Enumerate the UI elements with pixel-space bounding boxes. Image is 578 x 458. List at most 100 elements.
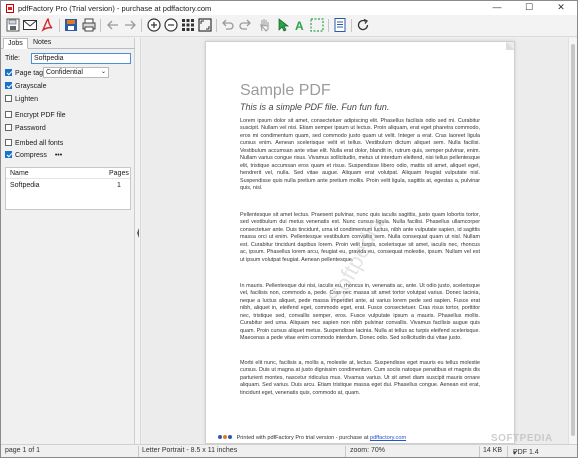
lighten-option[interactable]: Lighten — [5, 95, 38, 103]
embed-fonts-label: Embed all fonts — [15, 140, 64, 147]
jobs-panel: Jobs Notes Title: Softpedia Page tag Con… — [1, 38, 135, 444]
embed-fonts-checkbox[interactable] — [5, 139, 12, 146]
toolbar-separator — [351, 19, 352, 32]
tab-notes[interactable]: Notes — [29, 38, 55, 49]
compress-label: Compress — [15, 152, 47, 159]
grid-view-icon[interactable] — [180, 17, 196, 33]
tab-strip: Jobs Notes — [1, 38, 135, 49]
paragraph: Lorem ipsum dolor sit amet, consectetuer… — [240, 118, 480, 192]
status-separator — [479, 446, 480, 457]
chevron-down-icon: ▾ — [513, 450, 517, 457]
tab-jobs[interactable]: Jobs — [3, 38, 28, 49]
status-separator — [507, 446, 508, 457]
encrypt-option[interactable]: Encrypt PDF file — [5, 111, 66, 119]
document-subtitle: This is a simple PDF file. Fun fun fun. — [240, 102, 390, 112]
chevron-down-icon: ⌄ — [100, 69, 106, 75]
print-icon[interactable] — [81, 17, 97, 33]
page-tag-value: Confidential — [46, 69, 83, 76]
toolbar-separator — [141, 19, 142, 32]
status-separator — [138, 446, 139, 457]
select-cursor-icon[interactable] — [275, 17, 291, 33]
app-icon — [6, 4, 14, 13]
encrypt-label: Encrypt PDF file — [15, 112, 66, 119]
page-tag-select[interactable]: Confidential ⌄ — [43, 67, 109, 78]
back-icon[interactable] — [105, 17, 121, 33]
scrollbar-thumb[interactable] — [571, 44, 575, 436]
toolbar-separator — [328, 19, 329, 32]
footer-dot-icon — [218, 435, 222, 439]
file-size: 14 KB — [483, 447, 503, 454]
footer-dot-icon — [228, 435, 232, 439]
minimize-button[interactable]: — — [481, 1, 513, 15]
refresh-icon[interactable] — [355, 17, 371, 33]
lighten-label: Lighten — [15, 96, 38, 103]
folder-open-icon[interactable] — [63, 17, 79, 33]
toolbar-separator — [100, 19, 101, 32]
footer-dot-icon — [223, 435, 227, 439]
document-info-icon[interactable] — [332, 17, 348, 33]
zoom-level: zoom: 70% — [350, 447, 386, 454]
grayscale-label: Grayscale — [15, 83, 47, 90]
title-label: Title: — [5, 55, 20, 62]
hand-icon[interactable] — [257, 17, 273, 33]
toolbar-separator — [216, 19, 217, 32]
compress-option[interactable]: Compress ••• — [5, 151, 62, 159]
document-heading: Sample PDF — [240, 82, 331, 99]
zoom-out-icon[interactable] — [163, 17, 179, 33]
encrypt-checkbox[interactable] — [5, 111, 12, 118]
compress-checkbox[interactable] — [5, 151, 12, 158]
forward-icon[interactable] — [122, 17, 138, 33]
status-separator — [345, 446, 346, 457]
password-label: Password — [15, 125, 46, 132]
toolbar-separator — [59, 19, 60, 32]
paper-size: Letter Portrait - 8.5 x 11 inches — [142, 447, 238, 454]
panel-splitter[interactable] — [135, 38, 141, 444]
footer-link[interactable]: pdffactory.com — [370, 435, 406, 441]
page-tag-option[interactable]: Page tag — [5, 69, 43, 77]
title-bar: pdfFactory Pro (Trial version) - purchas… — [1, 1, 577, 15]
save-icon[interactable] — [5, 17, 21, 33]
pdf-icon[interactable] — [40, 17, 56, 33]
compress-options-button[interactable]: ••• — [55, 152, 62, 159]
paragraph: In mauris. Pellentesque dui nisi, iaculi… — [240, 283, 480, 342]
svg-text:A: A — [295, 19, 304, 33]
column-name[interactable]: Name — [10, 170, 29, 177]
password-checkbox[interactable] — [5, 124, 12, 131]
list-item-pages: 1 — [117, 182, 121, 189]
marquee-select-icon[interactable] — [309, 17, 325, 33]
zoom-in-icon[interactable] — [146, 17, 162, 33]
text-select-icon[interactable]: A — [292, 17, 308, 33]
grayscale-checkbox[interactable] — [5, 82, 12, 89]
undo-icon[interactable] — [220, 17, 236, 33]
footer-text: Printed with pdfFactory Pro trial versio… — [236, 435, 369, 441]
maximize-button[interactable]: ☐ — [513, 1, 545, 15]
page-tag-label: Page tag — [15, 70, 44, 77]
fit-page-icon[interactable] — [197, 17, 213, 33]
password-option[interactable]: Password — [5, 124, 46, 132]
documents-list: Name Pages Softpedia 1 — [5, 167, 131, 210]
status-bar: page 1 of 1 Letter Portrait - 8.5 x 11 i… — [1, 444, 577, 457]
pdf-page: Sample PDF This is a simple PDF file. Fu… — [205, 41, 515, 444]
close-button[interactable]: ✕ — [545, 1, 577, 15]
vertical-scrollbar[interactable] — [568, 38, 577, 444]
page-tag-checkbox[interactable] — [5, 69, 12, 76]
window-title: pdfFactory Pro (Trial version) - purchas… — [18, 4, 212, 13]
list-item-name: Softpedia — [10, 182, 40, 189]
lighten-checkbox[interactable] — [5, 95, 12, 102]
toolbar: A — [1, 15, 577, 37]
paragraph: Morbi elit nunc, facilisis a, mollis a, … — [240, 360, 480, 396]
softpedia-watermark: SOFTPEDIA — [491, 433, 553, 444]
list-header: Name Pages — [6, 168, 130, 179]
column-pages[interactable]: Pages — [109, 170, 129, 177]
app-window: pdfFactory Pro (Trial version) - purchas… — [0, 0, 578, 458]
email-icon[interactable] — [22, 17, 38, 33]
page-fold — [506, 42, 514, 50]
embed-fonts-option[interactable]: Embed all fonts — [5, 139, 63, 147]
preview-area: Sample PDF This is a simple PDF file. Fu… — [142, 38, 568, 444]
title-input[interactable]: Softpedia — [31, 53, 131, 64]
grayscale-option[interactable]: Grayscale — [5, 82, 47, 90]
redo-icon[interactable] — [237, 17, 253, 33]
collapse-arrow-icon[interactable] — [136, 226, 140, 240]
page-indicator: page 1 of 1 — [5, 447, 41, 454]
trial-footer: Printed with pdfFactory Pro trial versio… — [218, 435, 406, 441]
